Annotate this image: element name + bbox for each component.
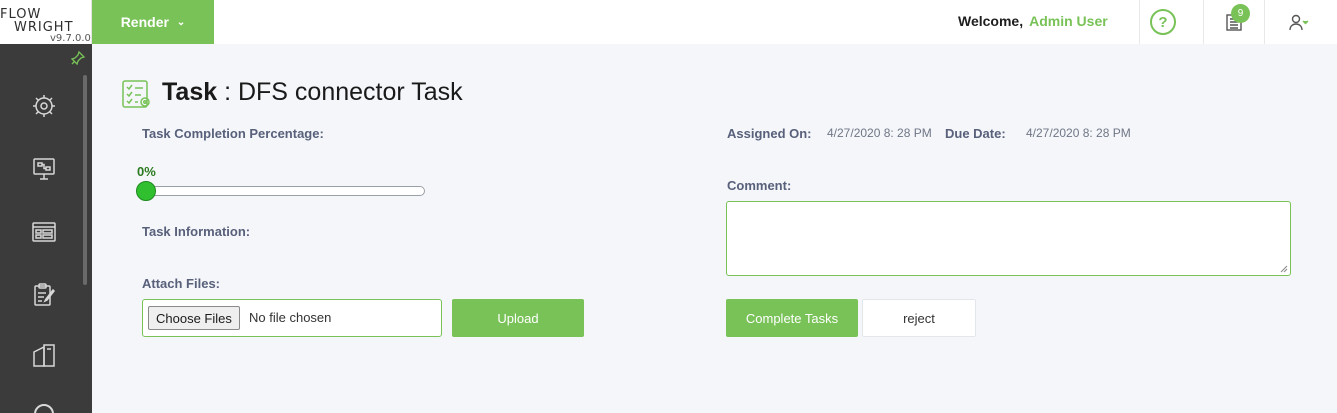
choose-files-button[interactable]: Choose Files bbox=[148, 306, 240, 330]
completion-percentage-label: Task Completion Percentage: bbox=[142, 126, 324, 141]
welcome-label: Welcome, bbox=[958, 13, 1024, 29]
comment-label: Comment: bbox=[727, 178, 792, 193]
logo: FLOW WRIGHT v9.7.0.0 bbox=[0, 0, 92, 44]
welcome-message: Welcome, Admin User bbox=[958, 13, 1108, 29]
refresh-icon[interactable] bbox=[30, 400, 58, 413]
clipboard-edit-icon[interactable] bbox=[30, 281, 58, 309]
sidebar-scrollbar[interactable] bbox=[83, 75, 87, 285]
title-separator: : bbox=[217, 78, 238, 106]
completion-percentage-value: 0% bbox=[137, 164, 156, 179]
task-checklist-icon bbox=[122, 80, 150, 108]
render-menu-button[interactable]: Render ⌄ bbox=[92, 0, 214, 44]
completion-slider-track[interactable] bbox=[138, 186, 425, 196]
help-icon[interactable]: ? bbox=[1150, 9, 1176, 35]
page-title: Task : DFS connector Task bbox=[162, 78, 463, 107]
pin-icon[interactable] bbox=[70, 50, 86, 66]
upload-button[interactable]: Upload bbox=[452, 299, 584, 337]
chevron-down-icon: ⌄ bbox=[176, 16, 186, 28]
file-input[interactable]: Choose Files No file chosen bbox=[142, 299, 442, 337]
task-count-badge: 9 bbox=[1231, 4, 1250, 23]
no-file-text: No file chosen bbox=[249, 310, 332, 325]
process-gear-icon[interactable] bbox=[30, 92, 58, 120]
monitor-workflow-icon[interactable] bbox=[30, 155, 58, 183]
title-prefix: Task bbox=[162, 78, 218, 106]
complete-tasks-button[interactable]: Complete Tasks bbox=[726, 299, 858, 337]
divider bbox=[1139, 0, 1140, 44]
version-label: v9.7.0.0 bbox=[50, 33, 91, 44]
divider bbox=[1203, 0, 1204, 44]
render-label: Render bbox=[120, 14, 169, 30]
dashboard-grid-icon[interactable] bbox=[30, 218, 58, 246]
divider bbox=[1264, 0, 1265, 44]
task-information-label: Task Information: bbox=[142, 224, 251, 239]
attach-files-label: Attach Files: bbox=[142, 276, 221, 291]
due-date-value: 4/27/2020 8: 28 PM bbox=[1026, 126, 1131, 140]
assigned-on-label: Assigned On: bbox=[727, 126, 812, 141]
completion-slider-thumb[interactable] bbox=[136, 181, 156, 201]
top-bar: Render ⌄ Welcome, Admin User ? 9 bbox=[92, 0, 1337, 44]
logo-text: FLOW WRIGHT bbox=[0, 8, 74, 34]
forms-icon[interactable] bbox=[30, 342, 58, 370]
comment-field[interactable] bbox=[726, 201, 1291, 276]
task-name: DFS connector Task bbox=[237, 78, 463, 106]
user-name[interactable]: Admin User bbox=[1029, 13, 1108, 29]
resize-grip-icon[interactable] bbox=[1280, 265, 1288, 273]
user-menu-icon[interactable] bbox=[1288, 12, 1310, 32]
due-date-label: Due Date: bbox=[945, 126, 1006, 141]
reject-button[interactable]: reject bbox=[862, 299, 976, 337]
assigned-on-value: 4/27/2020 8: 28 PM bbox=[827, 126, 932, 140]
